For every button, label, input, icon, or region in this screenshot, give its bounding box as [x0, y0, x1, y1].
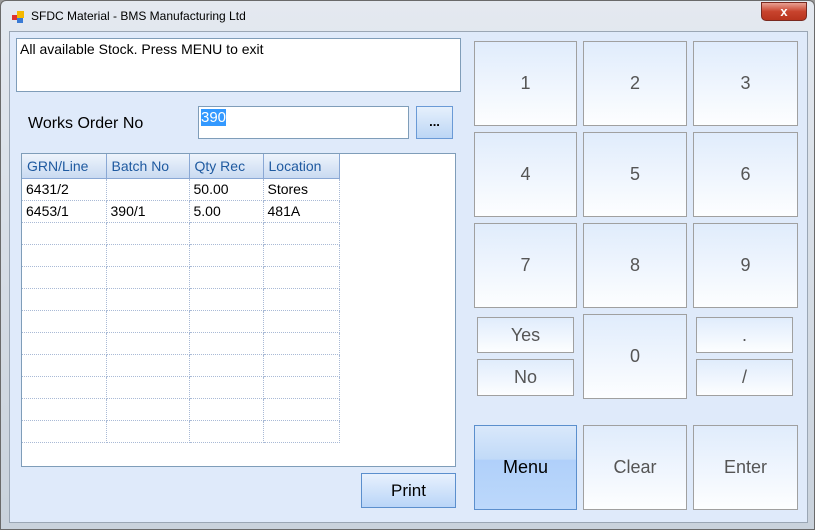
key-1[interactable]: 1 — [474, 41, 577, 126]
table-cell[interactable] — [106, 332, 190, 355]
table-cell[interactable] — [106, 310, 190, 333]
table-cell[interactable] — [189, 354, 264, 377]
table-cell[interactable] — [263, 398, 340, 421]
app-icon — [12, 11, 24, 23]
table-cell[interactable] — [263, 244, 340, 267]
table-cell[interactable] — [106, 398, 190, 421]
stock-grid[interactable]: GRN/Line Batch No Qty Rec Location 6431/… — [21, 153, 456, 467]
print-button[interactable]: Print — [361, 473, 456, 508]
key-2[interactable]: 2 — [583, 41, 687, 126]
table-row[interactable] — [22, 244, 340, 267]
table-cell[interactable] — [263, 310, 340, 333]
table-cell[interactable] — [189, 376, 264, 399]
table-row[interactable] — [22, 266, 340, 289]
clear-button[interactable]: Clear — [583, 425, 687, 510]
works-order-input[interactable]: 390 — [198, 106, 409, 139]
col-qty-rec[interactable]: Qty Rec — [189, 154, 264, 179]
table-cell[interactable] — [22, 376, 107, 399]
key-6[interactable]: 6 — [693, 132, 798, 217]
table-cell[interactable] — [106, 266, 190, 289]
table-cell[interactable]: 5.00 — [189, 200, 264, 223]
table-row[interactable] — [22, 376, 340, 399]
col-grn-line[interactable]: GRN/Line — [22, 154, 107, 179]
key-8[interactable]: 8 — [583, 223, 687, 308]
table-cell[interactable] — [22, 310, 107, 333]
table-cell[interactable] — [263, 288, 340, 311]
browse-button[interactable]: ... — [416, 106, 453, 139]
table-cell[interactable]: 481A — [263, 200, 340, 223]
key-slash[interactable]: / — [696, 359, 793, 396]
table-cell[interactable] — [106, 288, 190, 311]
table-cell[interactable] — [106, 244, 190, 267]
table-cell[interactable] — [189, 222, 264, 245]
table-row[interactable] — [22, 354, 340, 377]
table-cell[interactable] — [106, 178, 190, 201]
table-cell[interactable] — [189, 244, 264, 267]
table-cell[interactable] — [189, 310, 264, 333]
table-cell[interactable] — [189, 398, 264, 421]
key-9[interactable]: 9 — [693, 223, 798, 308]
table-cell[interactable] — [189, 332, 264, 355]
table-cell[interactable] — [189, 420, 264, 443]
table-cell[interactable]: Stores — [263, 178, 340, 201]
table-cell[interactable] — [22, 266, 107, 289]
table-cell[interactable] — [106, 222, 190, 245]
menu-button[interactable]: Menu — [474, 425, 577, 510]
window: SFDC Material - BMS Manufacturing Ltd x … — [0, 0, 815, 530]
table-row[interactable] — [22, 332, 340, 355]
table-cell[interactable] — [22, 332, 107, 355]
table-row[interactable] — [22, 288, 340, 311]
table-cell[interactable] — [22, 354, 107, 377]
table-cell[interactable] — [22, 420, 107, 443]
table-cell[interactable] — [263, 222, 340, 245]
key-0[interactable]: 0 — [583, 314, 687, 399]
table-cell[interactable] — [189, 266, 264, 289]
table-cell[interactable]: 6453/1 — [22, 200, 107, 223]
col-location[interactable]: Location — [263, 154, 340, 179]
table-cell[interactable] — [263, 354, 340, 377]
table-cell[interactable]: 6431/2 — [22, 178, 107, 201]
yes-button[interactable]: Yes — [477, 317, 574, 353]
key-7[interactable]: 7 — [474, 223, 577, 308]
key-3[interactable]: 3 — [693, 41, 798, 126]
table-cell[interactable] — [106, 376, 190, 399]
table-row[interactable] — [22, 310, 340, 333]
table-cell[interactable] — [263, 420, 340, 443]
table-cell[interactable]: 390/1 — [106, 200, 190, 223]
table-cell[interactable] — [106, 354, 190, 377]
key-4[interactable]: 4 — [474, 132, 577, 217]
table-row[interactable]: 6453/1 390/1 5.00 481A — [22, 200, 340, 223]
table-cell[interactable] — [189, 288, 264, 311]
table-cell[interactable] — [106, 420, 190, 443]
works-order-value: 390 — [201, 109, 227, 126]
window-title: SFDC Material - BMS Manufacturing Ltd — [31, 9, 246, 23]
table-cell[interactable] — [22, 222, 107, 245]
table-row[interactable] — [22, 398, 340, 421]
enter-button[interactable]: Enter — [693, 425, 798, 510]
table-cell[interactable] — [22, 288, 107, 311]
key-dot[interactable]: . — [696, 317, 793, 353]
table-cell[interactable] — [22, 244, 107, 267]
table-cell[interactable] — [263, 266, 340, 289]
table-cell[interactable] — [22, 398, 107, 421]
table-cell[interactable] — [263, 332, 340, 355]
col-batch-no[interactable]: Batch No — [106, 154, 190, 179]
no-button[interactable]: No — [477, 359, 574, 396]
table-row[interactable] — [22, 420, 340, 443]
table-cell[interactable] — [263, 376, 340, 399]
table-row[interactable]: 6431/2 50.00 Stores — [22, 178, 340, 201]
works-order-label: Works Order No — [28, 115, 144, 132]
key-5[interactable]: 5 — [583, 132, 687, 217]
table-cell[interactable]: 50.00 — [189, 178, 264, 201]
message-box: All available Stock. Press MENU to exit — [16, 38, 461, 92]
table-row[interactable] — [22, 222, 340, 245]
close-button[interactable]: x — [761, 2, 807, 21]
